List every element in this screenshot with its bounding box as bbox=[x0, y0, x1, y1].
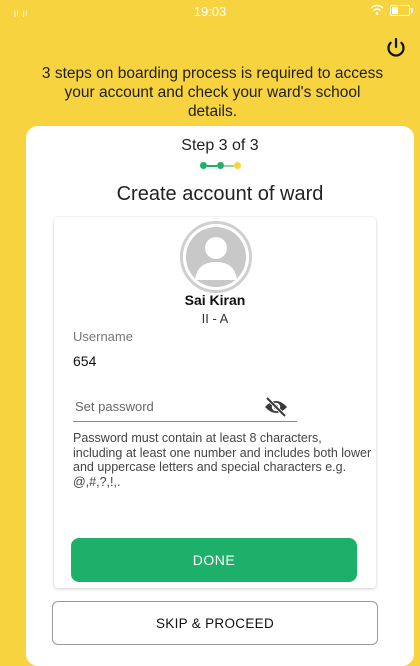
step-dot-1 bbox=[199, 162, 207, 169]
onboarding-intro-text: 3 steps on boarding process is required … bbox=[41, 65, 384, 120]
card-title: Create account of ward bbox=[116, 183, 324, 205]
student-class: II - A bbox=[201, 311, 229, 326]
step-progress-dots bbox=[26, 162, 414, 169]
username-value: 654 bbox=[73, 353, 97, 369]
password-field[interactable]: Set password bbox=[73, 395, 297, 422]
onboarding-card: Step 3 of 3 Create account of ward Sai K… bbox=[26, 126, 414, 666]
status-time: 19:03 bbox=[193, 4, 227, 19]
done-button[interactable]: DONE bbox=[71, 538, 357, 582]
student-name: Sai Kiran bbox=[184, 292, 246, 308]
battery-icon bbox=[390, 4, 413, 16]
status-bar: ᵢₗ ᵢₗ 19:03 bbox=[0, 0, 420, 24]
step-dot-2 bbox=[216, 162, 224, 169]
step-dot-3 bbox=[233, 162, 241, 169]
eye-off-icon[interactable] bbox=[263, 396, 289, 418]
user-avatar-icon bbox=[180, 221, 252, 293]
password-placeholder: Set password bbox=[75, 399, 154, 414]
wifi-icon bbox=[370, 4, 384, 15]
ward-account-form: Sai Kiran II - A Username 654 Set passwo… bbox=[54, 217, 376, 588]
power-icon[interactable] bbox=[384, 36, 408, 60]
status-icons bbox=[370, 4, 413, 16]
username-label: Username bbox=[73, 329, 133, 344]
step-indicator-label: Step 3 of 3 bbox=[181, 137, 259, 154]
password-requirements-text: Password must contain at least 8 charact… bbox=[73, 431, 372, 489]
skip-proceed-button[interactable]: SKIP & PROCEED bbox=[52, 601, 378, 645]
